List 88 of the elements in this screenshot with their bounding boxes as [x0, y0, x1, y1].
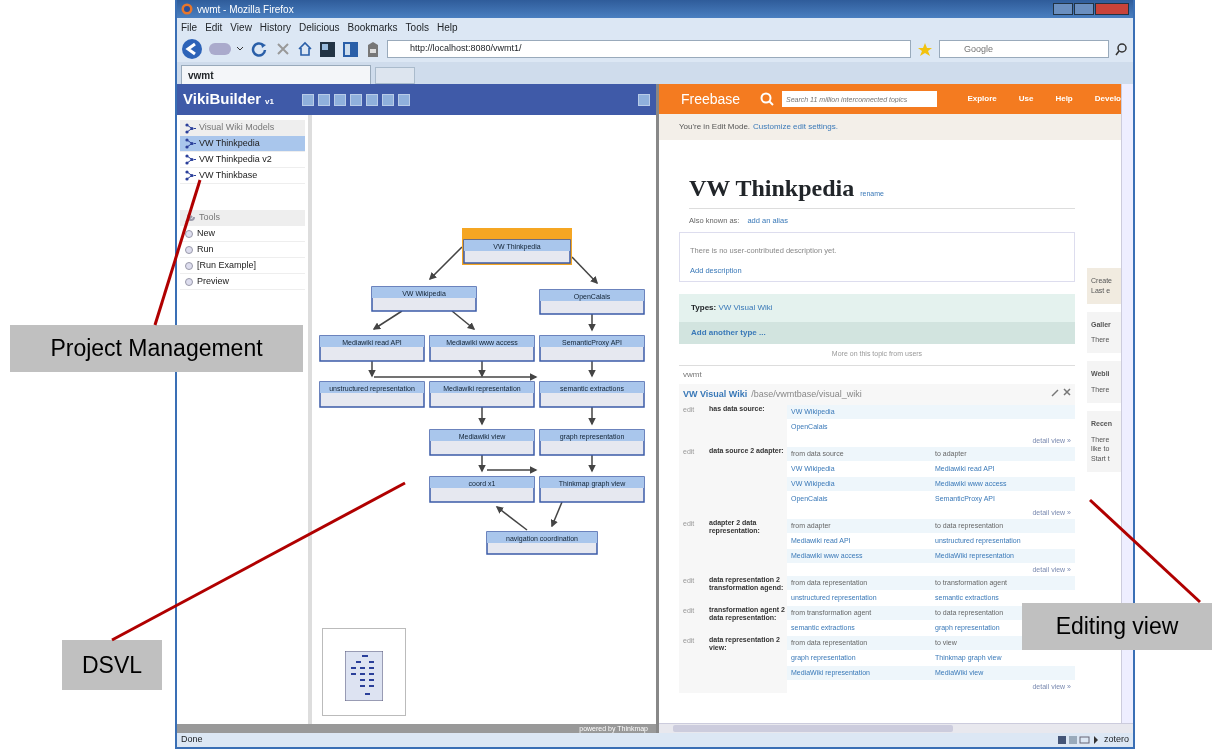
add-type-link[interactable]: Add another type ... [679, 322, 1075, 345]
settings-link[interactable]: Customize edit settings. [753, 121, 838, 133]
toolbar-icon[interactable] [350, 93, 362, 106]
edit-icon[interactable] [1051, 387, 1059, 397]
address-field[interactable]: http://localhost:8080/vwmt1/ [387, 40, 911, 58]
toolbar-icon[interactable] [334, 93, 346, 106]
home-icon[interactable] [297, 41, 313, 57]
model-item[interactable]: VW Thinkbase [180, 168, 305, 184]
connector-arrow [550, 501, 563, 528]
nav-link[interactable]: Develo [1094, 93, 1121, 105]
edit-mode-notice: You're in Edit Mode. [679, 121, 751, 133]
star-icon[interactable] [917, 41, 933, 57]
model-item[interactable]: VW Thinkpedia [180, 136, 305, 152]
callout-label: DSVL [62, 640, 162, 690]
maximize-button[interactable] [1074, 3, 1094, 15]
nav-link[interactable]: Explore [967, 93, 997, 105]
window-icon[interactable] [319, 40, 336, 58]
model-item[interactable]: VW Thinkpedia v2 [180, 152, 305, 168]
tag-icon[interactable] [365, 40, 381, 58]
network-icon [184, 154, 196, 165]
tool-item[interactable]: Preview [180, 274, 305, 290]
tool-icon [184, 276, 194, 287]
callout-label: Project Management [10, 325, 303, 372]
callout-label: Editing view [1022, 603, 1212, 650]
search-icon[interactable] [1115, 42, 1129, 56]
tool-icon [184, 260, 194, 271]
connector-arrow [495, 506, 528, 531]
app-title: VikiBuilder [183, 89, 262, 110]
base-label: vwmt [682, 368, 703, 381]
panel-toggle-icon[interactable] [638, 93, 650, 106]
status-icons-drawing [1058, 734, 1100, 746]
horizontal-scrollbar[interactable] [659, 723, 1133, 733]
panel-header: Visual Wiki Models [199, 121, 275, 135]
tool-icon [184, 244, 194, 255]
toolbar-icon[interactable] [318, 93, 330, 106]
toolbar-icon[interactable] [366, 93, 378, 106]
toolbar-icon[interactable] [302, 93, 314, 106]
stop-icon[interactable] [275, 41, 291, 57]
close-icon[interactable] [1063, 387, 1071, 396]
connector-arrow [588, 406, 596, 426]
network-icon [184, 138, 196, 149]
status-text: Done [181, 733, 203, 747]
page-title: VW Thinkpedia [689, 174, 855, 203]
menu-item[interactable]: View [230, 19, 252, 35]
version-label: v1 [265, 96, 274, 108]
addon-label: zotero [1104, 733, 1129, 747]
tool-icon [184, 228, 194, 239]
nav-link[interactable]: Help [1055, 93, 1073, 105]
connector-arrow [428, 246, 463, 281]
menu-item[interactable]: Edit [205, 19, 223, 35]
connector-arrow [478, 406, 486, 426]
minimap-drawing [345, 651, 383, 701]
menu-item[interactable]: Delicious [299, 19, 340, 35]
tool-item[interactable]: [Run Example] [180, 258, 305, 274]
window-title: vwmt - Mozilla Firefox [197, 2, 294, 17]
menu-item[interactable]: Bookmarks [347, 19, 398, 35]
connector-arrow [588, 313, 596, 332]
back-icon[interactable] [181, 38, 203, 60]
type-link[interactable]: VW Visual Wiki [716, 303, 773, 313]
minimize-button[interactable] [1053, 3, 1073, 15]
connector-arrow [588, 454, 596, 473]
menu-item[interactable]: History [259, 19, 291, 35]
menu-item[interactable]: File [181, 19, 198, 35]
connector-arrow [451, 310, 476, 330]
tool-item[interactable]: New [180, 226, 305, 242]
connector-arrow [571, 256, 599, 285]
menu-item[interactable]: Tools [405, 19, 429, 35]
search-field[interactable]: Google [939, 40, 1109, 58]
globe-icon [181, 3, 193, 15]
freebase-logo: Freebase [681, 89, 742, 109]
tool-item[interactable]: Run [180, 242, 305, 258]
toolbar-icon[interactable] [398, 93, 410, 106]
menu-item[interactable]: Help [436, 19, 458, 35]
section-title[interactable]: VW Visual Wiki [683, 387, 748, 402]
nav-link[interactable]: Use [1018, 93, 1034, 105]
minimap[interactable] [322, 628, 406, 716]
connector-arrow [372, 310, 403, 330]
network-icon [184, 122, 196, 134]
connector-arrow [588, 360, 596, 378]
panel-icon[interactable] [342, 40, 359, 58]
close-button[interactable] [1095, 3, 1129, 15]
network-icon [184, 170, 196, 181]
browser-tab[interactable]: vwmt [181, 65, 371, 84]
panel-header: Tools [199, 211, 220, 225]
section-path: /base/vwmtbase/visual_wiki [751, 387, 862, 401]
reload-icon[interactable] [251, 41, 269, 57]
toolbar-icon[interactable] [382, 93, 394, 106]
types-label: Types: [691, 303, 717, 313]
